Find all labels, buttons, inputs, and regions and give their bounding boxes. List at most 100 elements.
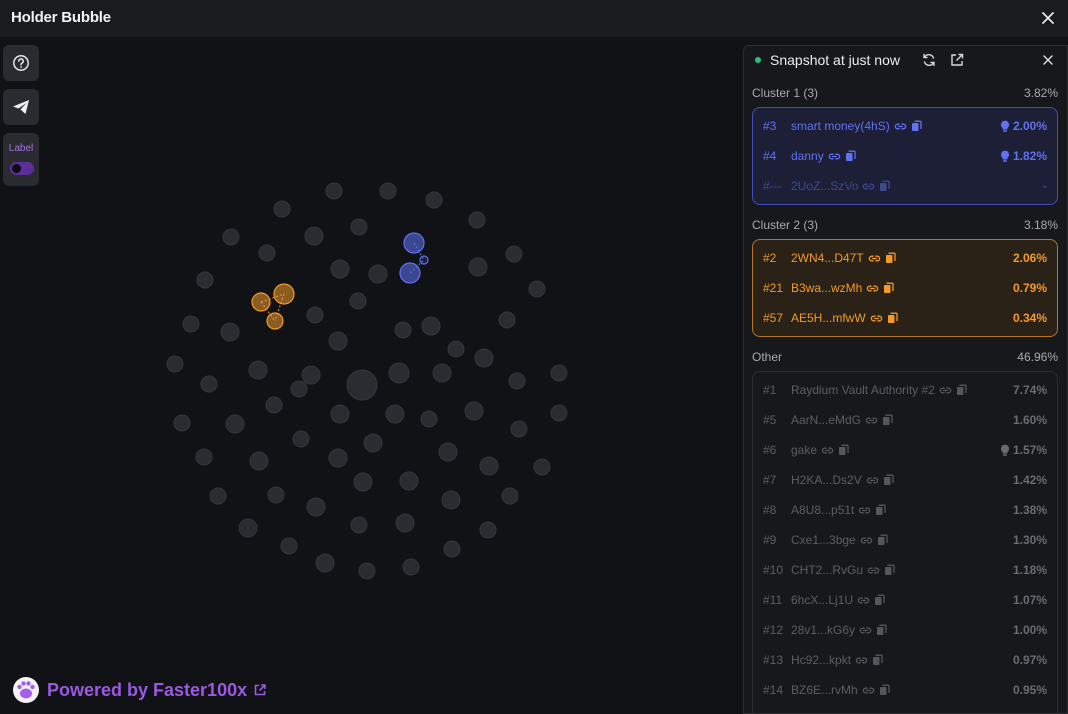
link-icon[interactable] bbox=[867, 564, 880, 577]
copy-icon-wrap[interactable] bbox=[879, 180, 891, 192]
holder-bubble[interactable] bbox=[330, 259, 350, 279]
holder-bubble[interactable] bbox=[468, 257, 488, 277]
holder-bubble[interactable] bbox=[441, 490, 461, 510]
holder-row[interactable]: #9 Cxe1...3bge 1.30% bbox=[753, 525, 1057, 555]
link-icon[interactable] bbox=[862, 180, 875, 193]
holder-bubble[interactable] bbox=[306, 306, 324, 324]
link-icon[interactable] bbox=[860, 534, 873, 547]
copy-icon[interactable] bbox=[911, 120, 922, 132]
link-icon[interactable] bbox=[870, 312, 883, 325]
holder-row[interactable]: #2 2WN4...D47T 2.06% bbox=[753, 243, 1057, 273]
holder-bubble[interactable] bbox=[501, 487, 519, 505]
holder-bubble[interactable] bbox=[195, 448, 213, 466]
holder-bubble[interactable] bbox=[505, 245, 523, 263]
link-icon[interactable] bbox=[866, 282, 879, 295]
link-icon[interactable] bbox=[939, 384, 952, 397]
holder-name[interactable]: danny bbox=[791, 149, 824, 163]
holder-bubble[interactable] bbox=[402, 558, 420, 576]
holder-name[interactable]: Hc92...kpkt bbox=[791, 653, 851, 667]
holder-bubble[interactable] bbox=[550, 364, 568, 382]
copy-icon[interactable] bbox=[845, 150, 856, 162]
holder-bubble[interactable] bbox=[248, 360, 268, 380]
holder-bubble[interactable] bbox=[421, 316, 441, 336]
holder-row[interactable]: #57 AE5H...mfwW 0.34% bbox=[753, 303, 1057, 333]
copy-icon-wrap[interactable] bbox=[874, 594, 885, 606]
link-icon[interactable] bbox=[859, 624, 872, 637]
holder-name[interactable]: CHT2...RvGu bbox=[791, 563, 863, 577]
holder-bubble[interactable] bbox=[363, 433, 383, 453]
copy-icon-wrap[interactable] bbox=[876, 624, 887, 636]
holder-bubble[interactable] bbox=[328, 331, 348, 351]
holder-bubble[interactable] bbox=[350, 516, 368, 534]
holder-bubble[interactable] bbox=[173, 414, 191, 432]
copy-icon-wrap[interactable] bbox=[885, 252, 896, 264]
holder-name[interactable]: gake bbox=[791, 443, 817, 457]
copy-icon-wrap[interactable] bbox=[879, 684, 890, 696]
holder-name[interactable]: Cxe1...3bge bbox=[791, 533, 856, 547]
copy-icon-wrap[interactable] bbox=[882, 414, 893, 426]
holder-bubble[interactable] bbox=[166, 355, 184, 373]
cluster-1-bubble[interactable] bbox=[399, 262, 421, 284]
link-icon[interactable] bbox=[866, 474, 879, 487]
holder-bubble[interactable] bbox=[464, 401, 484, 421]
holder-bubble[interactable] bbox=[528, 280, 546, 298]
holder-row[interactable]: #13 Hc92...kpkt 0.97% bbox=[753, 645, 1057, 675]
holder-bubble[interactable] bbox=[379, 182, 397, 200]
holder-row[interactable]: #12 28v1...kG6y 1.00% bbox=[753, 615, 1057, 645]
holder-name[interactable]: BZ6E...rvMh bbox=[791, 683, 858, 697]
cluster-2-bubble[interactable] bbox=[251, 292, 271, 312]
copy-icon-wrap[interactable] bbox=[883, 282, 895, 294]
holder-row[interactable]: #6 gake 1.57% bbox=[753, 435, 1057, 465]
holder-bubble[interactable] bbox=[533, 458, 551, 476]
holder-bubble[interactable] bbox=[225, 414, 245, 434]
holder-row[interactable]: #7 H2KA...Ds2V 1.42% bbox=[753, 465, 1057, 495]
copy-icon-wrap[interactable] bbox=[845, 150, 856, 162]
copy-icon[interactable] bbox=[875, 504, 887, 516]
copy-icon-wrap[interactable] bbox=[877, 534, 888, 546]
holder-name[interactable]: 2UoZ...SzVo bbox=[791, 179, 858, 193]
holder-bubble[interactable] bbox=[443, 540, 461, 558]
bubble-map[interactable] bbox=[0, 37, 740, 714]
copy-icon[interactable] bbox=[838, 444, 849, 456]
copy-icon[interactable] bbox=[883, 282, 895, 294]
copy-icon[interactable] bbox=[884, 564, 895, 576]
cluster-2-bubble[interactable] bbox=[266, 312, 284, 330]
copy-icon-wrap[interactable] bbox=[887, 312, 898, 324]
copy-icon[interactable] bbox=[877, 534, 888, 546]
link-icon-wrap[interactable] bbox=[859, 624, 872, 637]
holder-bubble[interactable] bbox=[479, 521, 497, 539]
close-panel-button[interactable] bbox=[1040, 52, 1056, 68]
holder-bubble[interactable] bbox=[330, 404, 350, 424]
holder-bubble[interactable] bbox=[182, 315, 200, 333]
link-icon[interactable] bbox=[857, 594, 870, 607]
holder-bubble[interactable] bbox=[353, 472, 373, 492]
holder-bubble[interactable] bbox=[425, 191, 443, 209]
link-icon-wrap[interactable] bbox=[855, 654, 868, 667]
link-icon-wrap[interactable] bbox=[866, 282, 879, 295]
holder-bubble[interactable] bbox=[222, 228, 240, 246]
copy-icon-wrap[interactable] bbox=[883, 474, 894, 486]
link-icon-wrap[interactable] bbox=[865, 414, 878, 427]
copy-icon[interactable] bbox=[876, 624, 887, 636]
holder-name[interactable]: AarN...eMdG bbox=[791, 413, 861, 427]
link-icon-wrap[interactable] bbox=[894, 120, 907, 133]
holder-bubble[interactable] bbox=[388, 362, 410, 384]
holder-name[interactable]: smart money(4hS) bbox=[791, 119, 890, 133]
holder-bubble[interactable] bbox=[280, 537, 298, 555]
holder-name[interactable]: AE5H...mfwW bbox=[791, 311, 866, 325]
copy-icon-wrap[interactable] bbox=[956, 384, 967, 396]
holder-bubble[interactable] bbox=[301, 365, 321, 385]
copy-icon[interactable] bbox=[956, 384, 967, 396]
holder-bubble[interactable] bbox=[209, 487, 227, 505]
holder-bubble[interactable] bbox=[315, 553, 335, 573]
holder-row[interactable]: #4 danny 1.82% bbox=[753, 141, 1057, 171]
copy-icon-wrap[interactable] bbox=[838, 444, 849, 456]
link-icon[interactable] bbox=[858, 504, 871, 517]
holder-bubble[interactable] bbox=[399, 471, 419, 491]
copy-icon-wrap[interactable] bbox=[875, 504, 887, 516]
holder-bubble[interactable] bbox=[350, 218, 368, 236]
holder-bubble[interactable] bbox=[447, 340, 465, 358]
holder-name[interactable]: Raydium Vault Authority #2 bbox=[791, 383, 935, 397]
holder-bubble[interactable] bbox=[238, 518, 258, 538]
holder-row[interactable]: #3 smart money(4hS) 2.00% bbox=[753, 111, 1057, 141]
